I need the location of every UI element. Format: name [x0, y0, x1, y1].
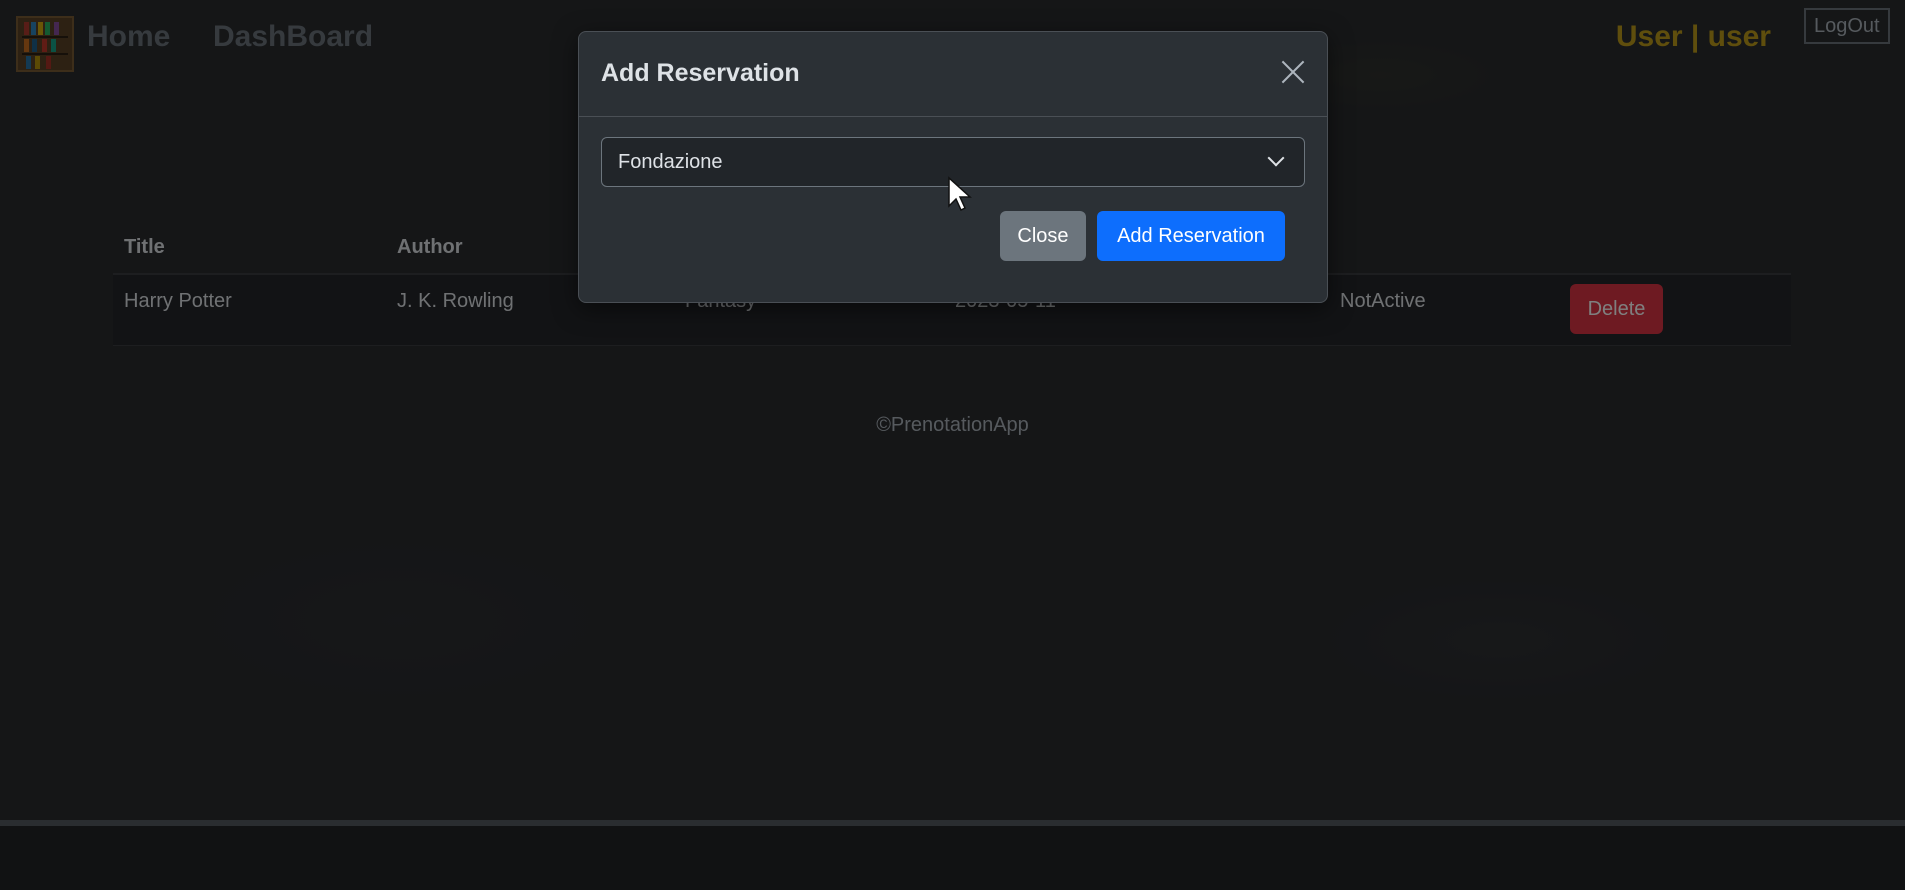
modal-header: Add Reservation [579, 32, 1327, 117]
add-reservation-modal: Add Reservation Fondazione Close Add Res… [578, 31, 1328, 303]
select-value: Fondazione [618, 151, 723, 173]
close-icon[interactable] [1281, 60, 1305, 84]
mouse-cursor-icon [948, 176, 972, 212]
add-reservation-button[interactable]: Add Reservation [1097, 211, 1285, 261]
modal-title: Add Reservation [601, 59, 800, 87]
chevron-down-icon [1267, 149, 1285, 167]
close-button[interactable]: Close [1000, 211, 1086, 261]
